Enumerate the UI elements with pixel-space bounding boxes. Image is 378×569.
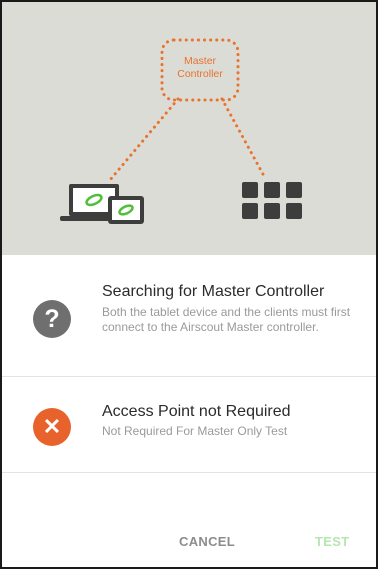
dialog: Master Controller ? Searching for Master… xyxy=(0,0,378,569)
link-line-right xyxy=(220,97,266,178)
master-controller-label-line1: Master xyxy=(183,55,217,67)
error-x-icon: ✕ xyxy=(33,408,71,446)
status-description: Not Required For Master Only Test xyxy=(102,424,288,438)
status-row-master-controller: ? Searching for Master Controller Both t… xyxy=(2,255,376,376)
question-icon: ? xyxy=(33,300,71,338)
master-controller-label-line2: Controller xyxy=(177,68,223,80)
laptop-tablet-icon xyxy=(60,184,144,224)
link-line-left xyxy=(108,97,180,182)
cancel-button[interactable]: CANCEL xyxy=(179,534,235,549)
diagram-graphic xyxy=(60,38,302,224)
divider xyxy=(2,472,376,473)
connection-diagram: Master Controller xyxy=(2,2,376,255)
test-button[interactable]: TEST xyxy=(315,534,349,549)
status-title: Access Point not Required xyxy=(102,403,291,420)
status-description: Both the tablet device and the clients m… xyxy=(102,305,351,334)
status-title: Searching for Master Controller xyxy=(102,283,325,300)
client-devices-icon xyxy=(242,182,302,219)
status-row-access-point: ✕ Access Point not Required Not Required… xyxy=(2,377,376,471)
